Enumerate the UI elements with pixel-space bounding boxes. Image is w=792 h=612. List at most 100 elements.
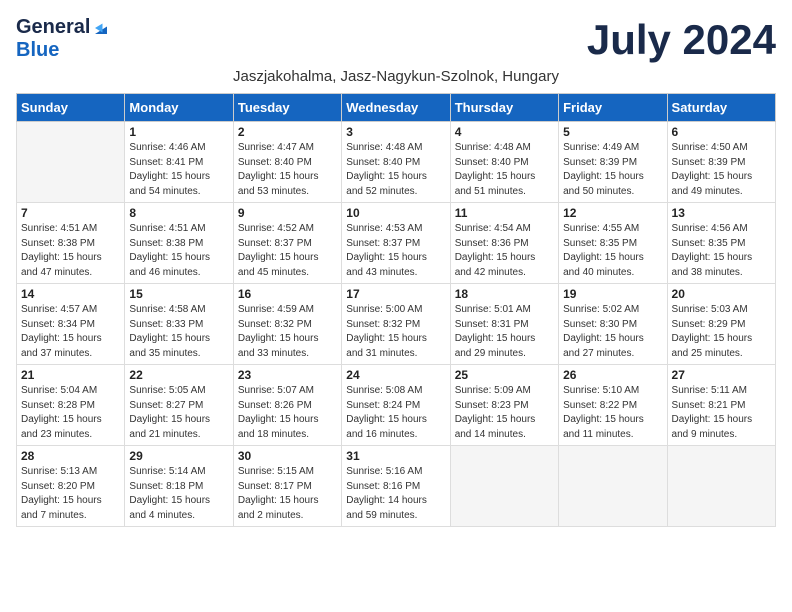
day-number: 23: [238, 368, 337, 382]
day-number: 30: [238, 449, 337, 463]
day-info: Sunrise: 5:02 AM Sunset: 8:30 PM Dayligh…: [563, 303, 662, 361]
calendar-cell: 25 Sunrise: 5:09 AM Sunset: 8:23 PM Dayli…: [450, 365, 558, 446]
calendar-week-4: 21 Sunrise: 5:04 AM Sunset: 8:28 PM Dayli…: [17, 365, 776, 446]
day-info: Sunrise: 5:08 AM Sunset: 8:24 PM Dayligh…: [346, 384, 445, 442]
calendar-cell: 22 Sunrise: 5:05 AM Sunset: 8:27 PM Dayli…: [125, 365, 233, 446]
day-info: Sunrise: 4:55 AM Sunset: 8:35 PM Dayligh…: [563, 222, 662, 280]
location-subtitle: Jaszjakohalma, Jasz-Nagykun-Szolnok, Hun…: [16, 68, 776, 85]
calendar-cell: 26Sunrise: 5:10 AM Sunset: 8:22 PM Dayli…: [559, 365, 667, 446]
day-number: 25: [455, 368, 554, 382]
calendar-cell: 27 Sunrise: 5:11 AM Sunset: 8:21 PM Dayli…: [667, 365, 775, 446]
calendar-cell: 24 Sunrise: 5:08 AM Sunset: 8:24 PM Dayli…: [342, 365, 450, 446]
calendar-cell: 13Sunrise: 4:56 AM Sunset: 8:35 PM Dayli…: [667, 203, 775, 284]
calendar-cell: 21 Sunrise: 5:04 AM Sunset: 8:28 PM Dayli…: [17, 365, 125, 446]
weekday-header-monday: Monday: [125, 94, 233, 122]
day-info: Sunrise: 5:14 AM Sunset: 8:18 PM Dayligh…: [129, 465, 228, 523]
calendar-cell: [17, 122, 125, 203]
calendar-week-3: 14 Sunrise: 4:57 AM Sunset: 8:34 PM Dayli…: [17, 284, 776, 365]
day-info: Sunrise: 4:48 AM Sunset: 8:40 PM Dayligh…: [455, 141, 554, 199]
calendar-cell: 8 Sunrise: 4:51 AM Sunset: 8:38 PM Daylig…: [125, 203, 233, 284]
day-number: 9: [238, 206, 337, 220]
calendar-cell: [450, 446, 558, 527]
day-number: 10: [346, 206, 445, 220]
day-number: 11: [455, 206, 554, 220]
logo-icon: [92, 19, 110, 37]
day-number: 29: [129, 449, 228, 463]
day-info: Sunrise: 4:58 AM Sunset: 8:33 PM Dayligh…: [129, 303, 228, 361]
day-info: Sunrise: 5:10 AM Sunset: 8:22 PM Dayligh…: [563, 384, 662, 442]
day-number: 2: [238, 125, 337, 139]
day-info: Sunrise: 5:09 AM Sunset: 8:23 PM Dayligh…: [455, 384, 554, 442]
day-number: 14: [21, 287, 120, 301]
day-info: Sunrise: 4:53 AM Sunset: 8:37 PM Dayligh…: [346, 222, 445, 280]
day-info: Sunrise: 5:01 AM Sunset: 8:31 PM Dayligh…: [455, 303, 554, 361]
weekday-header-wednesday: Wednesday: [342, 94, 450, 122]
calendar-cell: 9 Sunrise: 4:52 AM Sunset: 8:37 PM Daylig…: [233, 203, 341, 284]
day-number: 7: [21, 206, 120, 220]
calendar-cell: 30Sunrise: 5:15 AM Sunset: 8:17 PM Dayli…: [233, 446, 341, 527]
day-number: 24: [346, 368, 445, 382]
day-info: Sunrise: 5:16 AM Sunset: 8:16 PM Dayligh…: [346, 465, 445, 523]
day-number: 6: [672, 125, 771, 139]
calendar-cell: 20 Sunrise: 5:03 AM Sunset: 8:29 PM Dayli…: [667, 284, 775, 365]
day-number: 27: [672, 368, 771, 382]
day-info: Sunrise: 5:04 AM Sunset: 8:28 PM Dayligh…: [21, 384, 120, 442]
calendar-week-5: 28 Sunrise: 5:13 AM Sunset: 8:20 PM Dayli…: [17, 446, 776, 527]
calendar-cell: 7Sunrise: 4:51 AM Sunset: 8:38 PM Daylig…: [17, 203, 125, 284]
weekday-header-sunday: Sunday: [17, 94, 125, 122]
day-info: Sunrise: 4:51 AM Sunset: 8:38 PM Dayligh…: [129, 222, 228, 280]
weekday-header-thursday: Thursday: [450, 94, 558, 122]
day-number: 31: [346, 449, 445, 463]
calendar-cell: [667, 446, 775, 527]
calendar-cell: 18 Sunrise: 5:01 AM Sunset: 8:31 PM Dayli…: [450, 284, 558, 365]
day-info: Sunrise: 5:00 AM Sunset: 8:32 PM Dayligh…: [346, 303, 445, 361]
calendar-cell: 16Sunrise: 4:59 AM Sunset: 8:32 PM Dayli…: [233, 284, 341, 365]
day-number: 12: [563, 206, 662, 220]
day-number: 20: [672, 287, 771, 301]
day-number: 13: [672, 206, 771, 220]
calendar-cell: [559, 446, 667, 527]
day-number: 8: [129, 206, 228, 220]
day-info: Sunrise: 4:48 AM Sunset: 8:40 PM Dayligh…: [346, 141, 445, 199]
calendar-cell: 12 Sunrise: 4:55 AM Sunset: 8:35 PM Dayli…: [559, 203, 667, 284]
calendar-cell: 15 Sunrise: 4:58 AM Sunset: 8:33 PM Dayli…: [125, 284, 233, 365]
day-info: Sunrise: 4:59 AM Sunset: 8:32 PM Dayligh…: [238, 303, 337, 361]
weekday-header-friday: Friday: [559, 94, 667, 122]
calendar-cell: 6 Sunrise: 4:50 AM Sunset: 8:39 PM Daylig…: [667, 122, 775, 203]
day-number: 19: [563, 287, 662, 301]
day-number: 18: [455, 287, 554, 301]
calendar-week-1: 1 Sunrise: 4:46 AM Sunset: 8:41 PM Daylig…: [17, 122, 776, 203]
calendar-cell: 5Sunrise: 4:49 AM Sunset: 8:39 PM Daylig…: [559, 122, 667, 203]
day-info: Sunrise: 4:57 AM Sunset: 8:34 PM Dayligh…: [21, 303, 120, 361]
calendar-cell: 10 Sunrise: 4:53 AM Sunset: 8:37 PM Dayli…: [342, 203, 450, 284]
calendar-cell: 2 Sunrise: 4:47 AM Sunset: 8:40 PM Daylig…: [233, 122, 341, 203]
day-number: 21: [21, 368, 120, 382]
calendar-cell: 19 Sunrise: 5:02 AM Sunset: 8:30 PM Dayli…: [559, 284, 667, 365]
calendar-cell: 11Sunrise: 4:54 AM Sunset: 8:36 PM Dayli…: [450, 203, 558, 284]
day-info: Sunrise: 4:46 AM Sunset: 8:41 PM Dayligh…: [129, 141, 228, 199]
day-number: 1: [129, 125, 228, 139]
day-info: Sunrise: 4:52 AM Sunset: 8:37 PM Dayligh…: [238, 222, 337, 280]
calendar-cell: 3Sunrise: 4:48 AM Sunset: 8:40 PM Daylig…: [342, 122, 450, 203]
calendar-cell: 23 Sunrise: 5:07 AM Sunset: 8:26 PM Dayli…: [233, 365, 341, 446]
day-info: Sunrise: 5:03 AM Sunset: 8:29 PM Dayligh…: [672, 303, 771, 361]
day-info: Sunrise: 5:07 AM Sunset: 8:26 PM Dayligh…: [238, 384, 337, 442]
day-info: Sunrise: 5:11 AM Sunset: 8:21 PM Dayligh…: [672, 384, 771, 442]
weekday-header-tuesday: Tuesday: [233, 94, 341, 122]
calendar-cell: 4Sunrise: 4:48 AM Sunset: 8:40 PM Daylig…: [450, 122, 558, 203]
month-title: July 2024: [587, 16, 776, 64]
calendar-cell: 28 Sunrise: 5:13 AM Sunset: 8:20 PM Dayli…: [17, 446, 125, 527]
weekday-header-saturday: Saturday: [667, 94, 775, 122]
calendar-cell: 1 Sunrise: 4:46 AM Sunset: 8:41 PM Daylig…: [125, 122, 233, 203]
day-number: 15: [129, 287, 228, 301]
calendar-cell: 31 Sunrise: 5:16 AM Sunset: 8:16 PM Dayli…: [342, 446, 450, 527]
day-info: Sunrise: 4:50 AM Sunset: 8:39 PM Dayligh…: [672, 141, 771, 199]
day-info: Sunrise: 5:05 AM Sunset: 8:27 PM Dayligh…: [129, 384, 228, 442]
day-number: 17: [346, 287, 445, 301]
day-info: Sunrise: 4:47 AM Sunset: 8:40 PM Dayligh…: [238, 141, 337, 199]
day-info: Sunrise: 5:13 AM Sunset: 8:20 PM Dayligh…: [21, 465, 120, 523]
page-header: General Blue July 2024: [16, 16, 776, 64]
logo-general-text: General: [16, 16, 90, 39]
day-number: 22: [129, 368, 228, 382]
day-number: 28: [21, 449, 120, 463]
